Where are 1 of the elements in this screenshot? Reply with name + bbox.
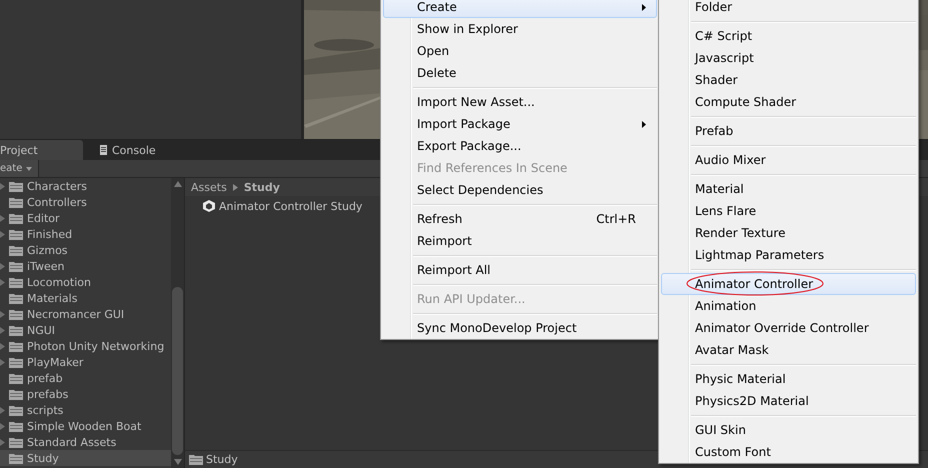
path-label: Study xyxy=(206,453,238,466)
